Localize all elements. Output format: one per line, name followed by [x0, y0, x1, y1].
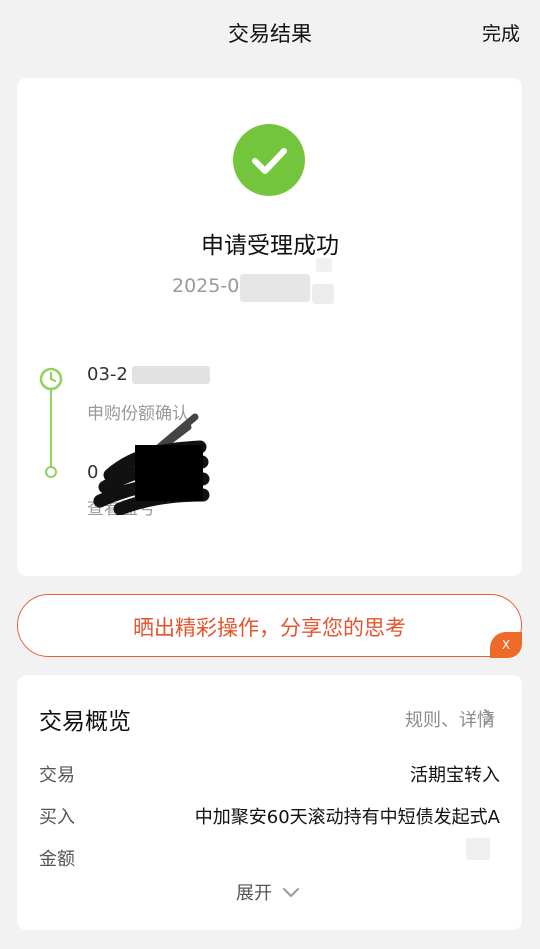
redacted-patch: [240, 274, 310, 302]
page-title: 交易结果: [228, 22, 312, 46]
row-label-trade: 交易: [39, 765, 75, 786]
row-label-buy: 买入: [39, 807, 75, 828]
redaction-scribble: [80, 405, 210, 516]
redacted-patch: [316, 258, 332, 272]
result-title: 申请受理成功: [201, 233, 339, 259]
chevron-down-icon[interactable]: [282, 884, 300, 897]
row-label-amount: 金额: [39, 849, 75, 870]
timeline-step-date: 03-2: [87, 364, 128, 385]
rules-details-link[interactable]: 规则、详情: [405, 706, 495, 732]
chevron-right-icon[interactable]: [483, 708, 495, 726]
redacted-patch: [132, 366, 210, 384]
dot-icon: [45, 466, 57, 478]
clock-icon: [39, 367, 63, 391]
overview-title: 交易概览: [39, 709, 131, 735]
row-value-buy: 中加聚安60天滚动持有中短债发起式A: [194, 807, 500, 828]
done-button[interactable]: 完成: [482, 19, 520, 46]
redacted-patch: [466, 838, 490, 860]
close-icon[interactable]: X: [490, 632, 522, 658]
row-value-trade: 活期宝转入: [410, 765, 500, 786]
share-banner[interactable]: 晒出精彩操作，分享您的思考: [17, 594, 522, 657]
top-bar: 交易结果 完成: [0, 0, 540, 64]
timeline-line: [50, 389, 52, 469]
result-time: 2025-0: [172, 275, 240, 297]
expand-button[interactable]: 展开: [236, 879, 272, 905]
share-banner-label: 晒出精彩操作，分享您的思考: [133, 616, 406, 640]
check-circle-icon: [233, 124, 305, 196]
redacted-patch: [312, 284, 334, 304]
